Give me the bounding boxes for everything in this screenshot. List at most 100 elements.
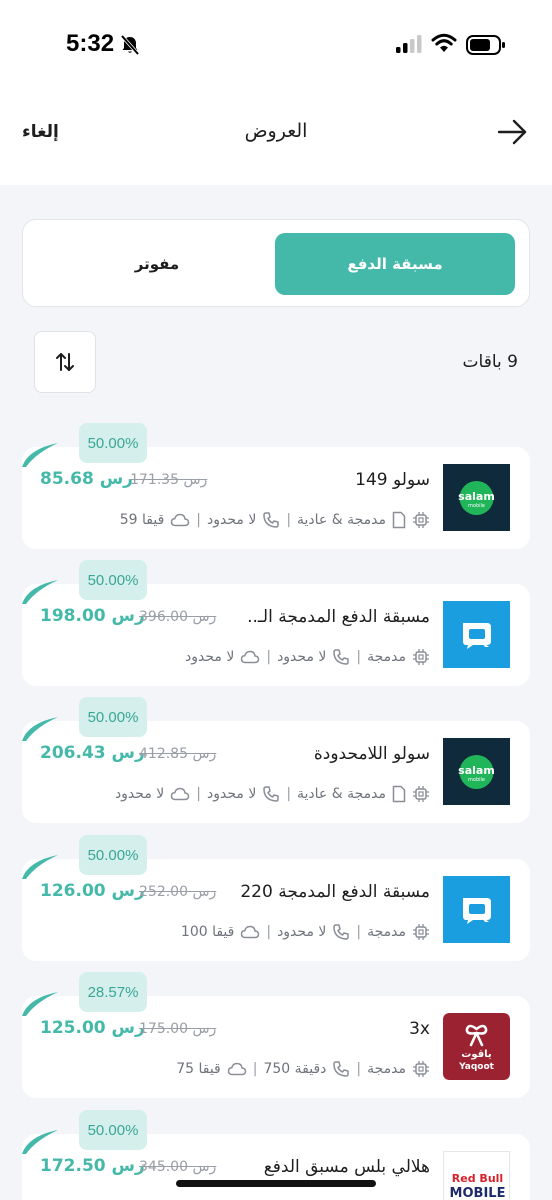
offer-price: 172.50 رس <box>40 1156 145 1176</box>
sim-card-icon <box>392 785 406 803</box>
sort-button[interactable] <box>34 331 96 393</box>
offer-name: 3x <box>409 1019 430 1039</box>
sim-card-icon <box>392 511 406 529</box>
offer-specs: مدمجة & عادية | لا محدود | 59 قيقا <box>120 510 430 530</box>
discount-badge: 50.00% <box>79 560 147 600</box>
chip-icon <box>413 1061 429 1077</box>
salam-logo: salam mobile <box>443 738 510 805</box>
corner-ribbon-icon <box>22 443 58 467</box>
offer-old-price: 252.00 رس <box>139 884 217 900</box>
spec-data: لا محدود <box>114 786 165 802</box>
sort-icon <box>56 353 74 371</box>
logo-subtext: mobile <box>468 503 485 509</box>
offer-name: مسبقة الدفع المدمجة الـ.. <box>247 607 430 627</box>
corner-ribbon-icon <box>22 855 58 879</box>
tab-prepaid[interactable]: مسبقة الدفع <box>275 233 515 295</box>
cloud-icon <box>241 650 260 664</box>
results-count: 9 باقات <box>462 352 518 372</box>
spec-data: 59 قيقا <box>119 512 165 528</box>
spec-data: لا محدود <box>185 649 235 665</box>
separator: | <box>286 512 292 528</box>
offer-price: 125.00 رس <box>40 1018 145 1038</box>
yaqoot-logo: ياقوت Yaqoot <box>443 1013 510 1080</box>
status-bar: 5:32 <box>0 0 552 90</box>
phone-icon <box>333 649 350 665</box>
separator: | <box>286 786 292 802</box>
corner-ribbon-icon <box>22 1130 58 1154</box>
chip-icon <box>413 786 429 802</box>
logo-subtext: mobile <box>468 777 485 783</box>
spec-calls: لا محدود <box>277 649 327 665</box>
page-title: العروض <box>244 120 308 142</box>
offer-old-price: 345.00 رس <box>139 1159 217 1175</box>
offer-specs: مدمجة | 750 دقيقة | 75 قيقا <box>176 1059 430 1079</box>
phone-icon <box>333 1061 350 1077</box>
discount-badge: 50.00% <box>79 835 147 875</box>
spec-sim: مدمجة & عادية <box>297 512 386 528</box>
phone-icon <box>333 924 350 940</box>
cloud-icon <box>171 513 190 527</box>
offer-name: مسبقة الدفع المدمجة 220 <box>240 882 430 902</box>
logo-text: Red Bull <box>451 1172 504 1185</box>
phone-icon <box>263 786 280 802</box>
offer-name: هلالي بلس مسبق الدفع <box>263 1157 430 1177</box>
corner-ribbon-icon <box>22 992 58 1016</box>
separator: | <box>196 786 201 802</box>
spec-data: 75 قيقا <box>176 1061 221 1077</box>
offer-old-price: 175.00 رس <box>139 1021 217 1037</box>
offer-name: سولو اللامحدودة <box>313 744 430 764</box>
battery-icon <box>466 35 505 55</box>
offer-old-price: 396.00 رس <box>139 609 217 625</box>
offer-card[interactable]: 50.00% مسبقة الدفع المدمجة 220 126.00 رس… <box>22 835 530 961</box>
offer-old-price: 171.35 رس <box>130 472 208 488</box>
offer-card[interactable]: 50.00% salam mobile سولو 149 85.68 رس 17… <box>22 423 530 549</box>
logo-subtext: MOBILE <box>449 1186 506 1200</box>
spec-calls: لا محدود <box>277 924 327 940</box>
wifi-icon <box>431 33 457 52</box>
spec-calls: لا محدود <box>206 512 257 528</box>
mobily-logo <box>443 601 510 668</box>
offer-card[interactable]: 50.00% مسبقة الدفع المدمجة الـ.. 198.00 … <box>22 560 530 686</box>
discount-badge: 50.00% <box>79 423 147 463</box>
separator: | <box>356 924 362 940</box>
discount-badge: 50.00% <box>79 697 147 737</box>
spec-sim: مدمجة & عادية <box>297 786 386 802</box>
cloud-icon <box>241 925 260 939</box>
corner-ribbon-icon <box>22 717 58 741</box>
redbull-mobile-logo: Red Bull MOBILE <box>443 1151 510 1200</box>
separator: | <box>252 1061 258 1077</box>
offer-card[interactable]: 50.00% Red Bull MOBILE هلالي بلس مسبق ال… <box>22 1110 530 1200</box>
spec-calls: 750 دقيقة <box>263 1061 327 1077</box>
back-arrow-icon[interactable] <box>496 116 528 148</box>
logo-subtext: Yaqoot <box>459 1062 494 1072</box>
offer-specs: مدمجة | لا محدود | 100 قيقا <box>181 922 430 942</box>
status-time: 5:32 <box>66 30 115 57</box>
corner-ribbon-icon <box>22 580 58 604</box>
spec-data: 100 قيقا <box>180 924 235 940</box>
tab-postpaid[interactable]: مفوتر <box>37 233 277 295</box>
offer-specs: مدمجة | لا محدود | لا محدود <box>185 647 430 667</box>
offer-card[interactable]: 50.00% salam mobile سولو اللامحدودة 206.… <box>22 697 530 823</box>
logo-text: salam <box>458 764 495 777</box>
discount-badge: 50.00% <box>79 1110 147 1150</box>
offer-card[interactable]: 28.57% ياقوت Yaqoot 3x 125.00 رس 175.00 … <box>22 972 530 1098</box>
separator: | <box>266 649 272 665</box>
logo-text: salam <box>458 490 495 503</box>
chip-icon <box>413 649 429 665</box>
salam-logo: salam mobile <box>443 464 510 531</box>
separator: | <box>356 649 362 665</box>
cloud-icon <box>227 1062 246 1076</box>
plan-type-tabs: مسبقة الدفع مفوتر <box>22 219 530 307</box>
chip-icon <box>413 512 429 528</box>
offer-price: 85.68 رس <box>40 469 133 489</box>
top-area: 5:32 إلغاء العروض <box>0 0 552 185</box>
offer-old-price: 412.85 رس <box>139 746 217 762</box>
separator: | <box>196 512 201 528</box>
separator: | <box>356 1061 362 1077</box>
spec-sim: مدمجة <box>367 1061 406 1077</box>
spec-sim: مدمجة <box>367 924 406 940</box>
offer-specs: مدمجة & عادية | لا محدود | لا محدود <box>115 784 430 804</box>
offer-name: سولو 149 <box>355 470 430 490</box>
mobily-logo <box>443 876 510 943</box>
bell-muted-icon <box>120 34 140 56</box>
